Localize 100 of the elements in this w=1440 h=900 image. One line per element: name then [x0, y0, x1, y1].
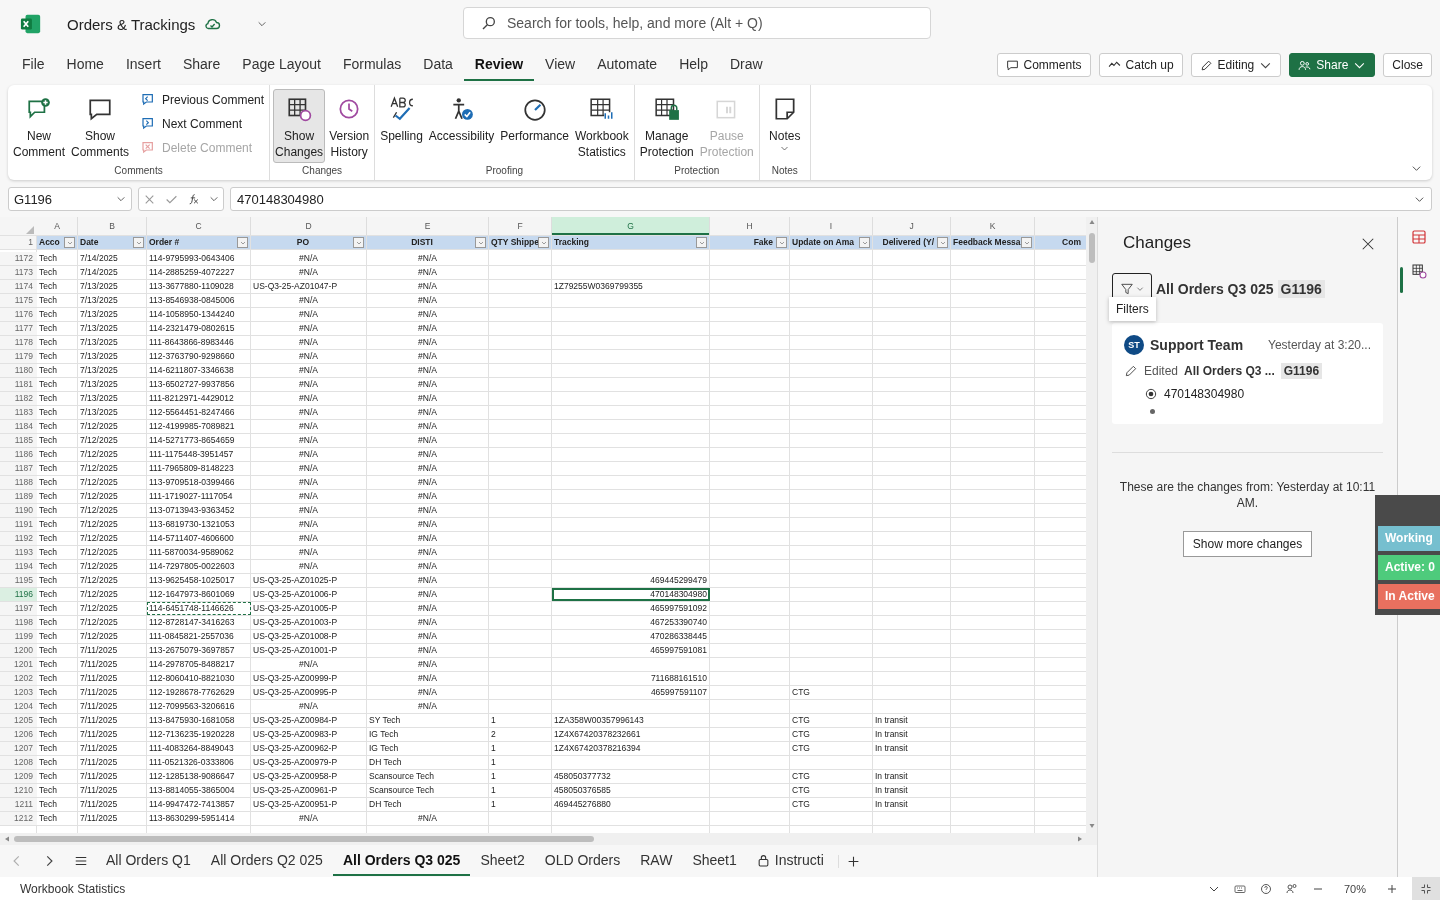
ribbon-button[interactable]: Version History — [327, 89, 372, 163]
row-number[interactable]: 1172 — [0, 252, 37, 265]
row-number[interactable]: 1176 — [0, 308, 37, 321]
ribbon-button[interactable]: Previous Comment — [139, 91, 267, 109]
row-number[interactable]: 1197 — [0, 602, 37, 615]
show-more-button[interactable]: Show more changes — [1182, 531, 1313, 557]
ribbon-button[interactable]: Next Comment — [139, 115, 267, 133]
help-icon[interactable] — [1259, 882, 1272, 895]
ribbon-button[interactable]: Accessibility — [426, 89, 497, 147]
row-number[interactable]: 1183 — [0, 406, 37, 419]
row-number[interactable]: 1179 — [0, 350, 37, 363]
row-number[interactable]: 1211 — [0, 798, 37, 811]
menu-tab[interactable]: Automate — [586, 49, 669, 81]
row-number[interactable]: 1175 — [0, 294, 37, 307]
row-number[interactable]: 1186 — [0, 448, 37, 461]
scroll-down-icon[interactable] — [1087, 823, 1096, 829]
row-number[interactable]: 1173 — [0, 266, 37, 279]
menu-tab[interactable]: Review — [463, 49, 535, 81]
menu-tab[interactable]: File — [11, 49, 56, 81]
row-number[interactable]: 1203 — [0, 686, 37, 699]
catch-up-button[interactable]: Catch up — [1098, 53, 1183, 77]
close-icon[interactable] — [1361, 237, 1375, 251]
menu-tab[interactable]: Home — [55, 49, 115, 81]
row-number[interactable]: 1178 — [0, 336, 37, 349]
people-icon[interactable] — [1285, 882, 1298, 895]
zoom-level[interactable]: 70% — [1343, 882, 1366, 895]
row-number[interactable]: 1180 — [0, 364, 37, 377]
row-number[interactable]: 1207 — [0, 742, 37, 755]
add-sheet-icon[interactable] — [837, 854, 860, 868]
comments-button[interactable]: Comments — [996, 53, 1091, 77]
share-button[interactable]: Share — [1289, 53, 1376, 77]
table-icon[interactable] — [1411, 229, 1427, 245]
menu-tab[interactable]: Data — [412, 49, 464, 81]
row-number[interactable]: 1185 — [0, 434, 37, 447]
menu-tab[interactable]: Share — [171, 49, 232, 81]
column-header[interactable]: G — [552, 217, 710, 235]
menu-tab[interactable]: Formulas — [331, 49, 413, 81]
fullscreen-button[interactable] — [1412, 877, 1440, 900]
zoom-in-icon[interactable] — [1386, 882, 1398, 895]
menu-tab[interactable]: Draw — [718, 49, 774, 81]
ribbon-button[interactable]: Spelling — [378, 89, 425, 147]
row-number[interactable]: 1209 — [0, 770, 37, 783]
scroll-thumb[interactable] — [14, 836, 594, 842]
sheet-tab[interactable]: All Orders Q2 025 — [200, 846, 333, 876]
row-number[interactable]: 1204 — [0, 700, 37, 713]
ribbon-button[interactable]: Show Comments — [69, 89, 132, 163]
row-number[interactable]: 1190 — [0, 504, 37, 517]
row-number[interactable]: 1191 — [0, 518, 37, 531]
row-number[interactable]: 1192 — [0, 532, 37, 545]
row-number[interactable]: 1202 — [0, 672, 37, 685]
scroll-left-icon[interactable] — [4, 835, 10, 843]
formula-field[interactable]: 470148304980 — [230, 187, 1432, 211]
menu-tab[interactable]: Help — [668, 49, 719, 81]
select-all-icon[interactable] — [26, 226, 34, 234]
row-number[interactable]: 1182 — [0, 392, 37, 405]
row-number[interactable]: 1200 — [0, 644, 37, 657]
row-number[interactable]: 1198 — [0, 616, 37, 629]
horizontal-scrollbar[interactable] — [0, 833, 1097, 845]
ribbon-button[interactable]: Notes — [762, 89, 807, 156]
ribbon-button[interactable]: New Comment — [11, 89, 67, 163]
keyboard-icon[interactable] — [1233, 882, 1246, 895]
scroll-up-icon[interactable] — [1087, 219, 1096, 225]
row-number[interactable]: 1195 — [0, 574, 37, 587]
vertical-scrollbar[interactable] — [1086, 217, 1097, 833]
collapse-ribbon-icon[interactable] — [1411, 163, 1422, 174]
row-number[interactable]: 1194 — [0, 560, 37, 573]
editing-mode-button[interactable]: Editing — [1190, 53, 1282, 77]
scroll-right-icon[interactable] — [1077, 835, 1083, 843]
ribbon-button[interactable]: Workbook Statistics — [572, 89, 631, 163]
row-number[interactable]: 1181 — [0, 378, 37, 391]
row-number[interactable]: 1212 — [0, 812, 37, 825]
name-box[interactable]: G1196 — [8, 187, 132, 211]
menu-tab[interactable]: Insert — [114, 49, 172, 81]
row-number[interactable]: 1187 — [0, 462, 37, 475]
menu-tab[interactable]: Page Layout — [231, 49, 332, 81]
close-button[interactable]: Close — [1383, 53, 1432, 77]
sheet-tab[interactable]: Instructi — [746, 846, 834, 876]
row-number[interactable]: 1210 — [0, 784, 37, 797]
sheet-tab[interactable]: OLD Orders — [534, 846, 631, 876]
sheet-tab[interactable]: Sheet1 — [682, 846, 747, 876]
sheet-changes-icon[interactable] — [1411, 263, 1427, 279]
row-number[interactable]: 1189 — [0, 490, 37, 503]
ribbon-button[interactable]: Performance — [498, 89, 571, 147]
ribbon-button[interactable]: Manage Protection — [637, 89, 696, 163]
ribbon-button[interactable]: Show Changes — [273, 89, 326, 163]
search-field[interactable]: Search for tools, help, and more (Alt + Q) — [463, 7, 931, 39]
sheet-tab[interactable]: RAW — [630, 846, 683, 876]
row-number[interactable]: 1199 — [0, 630, 37, 643]
scroll-thumb[interactable] — [1088, 233, 1095, 263]
row-number[interactable]: 1196 — [0, 588, 37, 601]
row-number[interactable]: 1208 — [0, 756, 37, 769]
row-number[interactable]: 1206 — [0, 728, 37, 741]
menu-icon[interactable] — [74, 854, 88, 868]
row-number[interactable]: 1201 — [0, 658, 37, 671]
row-number[interactable]: 1205 — [0, 714, 37, 727]
row-number[interactable]: 1174 — [0, 280, 37, 293]
row-number[interactable]: 1193 — [0, 546, 37, 559]
row-number[interactable]: 1 — [0, 236, 37, 249]
row-number[interactable]: 1177 — [0, 322, 37, 335]
row-number[interactable]: 1184 — [0, 420, 37, 433]
